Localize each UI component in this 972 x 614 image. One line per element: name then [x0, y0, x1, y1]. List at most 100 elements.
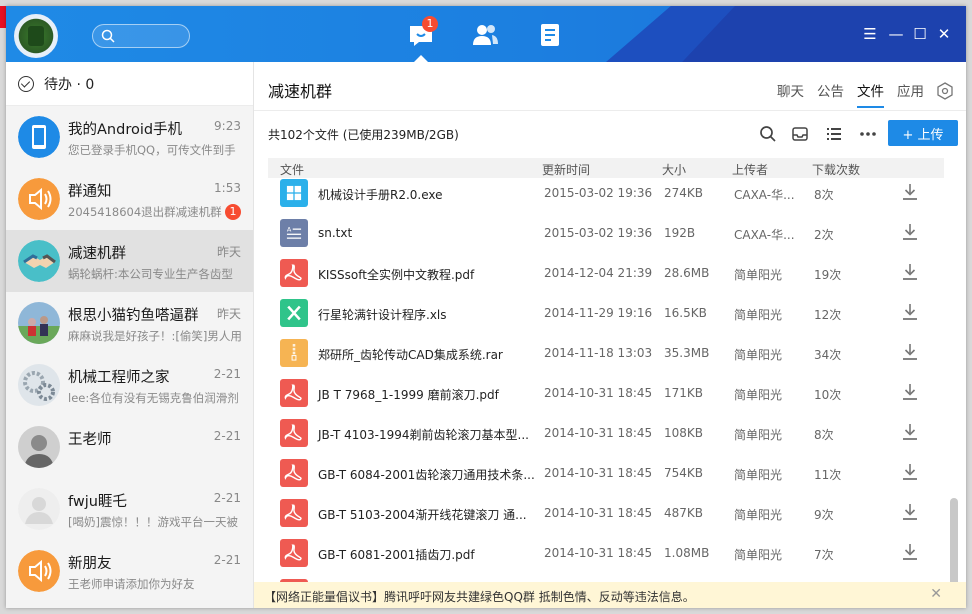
pdf-file-icon — [280, 539, 308, 567]
file-size: 16.5KB — [664, 306, 707, 320]
check-circle-icon — [18, 75, 34, 92]
file-uploader: 简单阳光 — [734, 428, 783, 442]
file-row[interactable]: 行星轮满针设计程序.xls 2014-11-29 19:16 16.5KB 简单… — [268, 293, 944, 333]
upload-button[interactable]: + 上传 — [888, 120, 958, 146]
file-download-count: 7次 — [814, 548, 834, 562]
inbox-icon[interactable] — [790, 124, 810, 144]
todo-item[interactable]: 待办 · 0 — [6, 62, 253, 106]
tab-files[interactable]: 文件 — [857, 80, 884, 108]
contact-time: 2-21 — [213, 553, 241, 567]
file-size: 192B — [664, 226, 696, 240]
contact-time: 2-21 — [213, 429, 241, 443]
file-summary: 共102个文件 (已使用239MB/2GB) — [268, 128, 459, 142]
file-row[interactable]: GB-T 6084-2001齿轮滚刀通用技术条... 2014-10-31 18… — [268, 453, 944, 493]
download-icon[interactable] — [902, 223, 918, 241]
menu-icon[interactable]: ☰ — [862, 26, 878, 42]
file-date: 2014-12-04 21:39 — [544, 266, 653, 280]
person-photo — [18, 426, 60, 468]
file-row[interactable]: KISSsoft全实例中文教程.pdf 2014-12-04 21:39 28.… — [268, 253, 944, 293]
user-avatar[interactable] — [14, 14, 58, 58]
scrollbar-thumb[interactable] — [950, 498, 958, 588]
download-icon[interactable] — [902, 503, 918, 521]
contact-last-message: 蜗轮蜗杆:本公司专业生产各齿型 — [68, 267, 233, 281]
contact-item[interactable]: 群通知 1:53 2045418604退出群减速机群 1 — [6, 168, 253, 230]
tab-chat[interactable]: 聊天 — [777, 80, 804, 108]
file-name[interactable]: JB-T 4103-1994剃前齿轮滚刀基本型... — [318, 426, 529, 443]
file-name[interactable]: 郑研所_齿轮传动CAD集成系统.rar — [318, 346, 503, 363]
handshake-icon — [18, 240, 60, 282]
file-row[interactable]: GB-T 6081-2001插齿刀.pdf 2014-10-31 18:45 1… — [268, 533, 944, 573]
settings-hex-icon[interactable] — [936, 82, 954, 100]
contact-time: 2-21 — [213, 491, 241, 505]
file-size: 487KB — [664, 506, 704, 520]
file-name[interactable]: GB-T 6081-2001插齿刀.pdf — [318, 546, 475, 563]
close-icon[interactable]: ✕ — [930, 586, 942, 602]
contact-item[interactable]: 机械工程师之家 2-21 lee:各位有没有无锡克鲁伯润滑剂 — [6, 354, 253, 416]
rar-file-icon — [280, 339, 308, 367]
txt-file-icon: A — [280, 219, 308, 247]
download-icon[interactable] — [902, 183, 918, 201]
file-uploader: 简单阳光 — [734, 348, 783, 362]
list-view-icon[interactable] — [824, 124, 844, 144]
file-download-count: 12次 — [814, 308, 842, 322]
file-download-count: 2次 — [814, 228, 834, 242]
download-icon[interactable] — [902, 383, 918, 401]
more-icon[interactable] — [858, 124, 878, 144]
minimize-button[interactable]: — — [888, 26, 904, 42]
file-name[interactable]: sn.txt — [318, 226, 352, 240]
download-icon[interactable] — [902, 463, 918, 481]
tab-announcement[interactable]: 公告 — [817, 80, 844, 108]
contact-item[interactable]: 王老师 2-21 — [6, 416, 253, 478]
search-icon[interactable] — [758, 124, 778, 144]
close-button[interactable]: ✕ — [936, 26, 952, 42]
download-icon[interactable] — [902, 543, 918, 561]
contacts-icon[interactable] — [470, 20, 500, 50]
file-uploader: 简单阳光 — [734, 468, 783, 482]
file-name[interactable]: JB T 7968_1-1999 磨前滚刀.pdf — [318, 386, 499, 403]
exe-file-icon — [280, 179, 308, 207]
file-uploader: 简单阳光 — [734, 268, 783, 282]
file-row[interactable]: A sn.txt 2015-03-02 19:36 192B CAXA-华...… — [268, 213, 944, 253]
file-name[interactable]: GB-T 6084-2001齿轮滚刀通用技术条... — [318, 466, 535, 483]
file-row[interactable]: JB T 7968_1-1999 磨前滚刀.pdf 2014-10-31 18:… — [268, 373, 944, 413]
contact-name: 机械工程师之家 — [68, 370, 170, 386]
header-divider — [254, 110, 966, 111]
file-name[interactable]: GB-T 5103-2004渐开线花键滚刀 通... — [318, 506, 527, 523]
file-row[interactable]: JB-T 4103-1994剃前齿轮滚刀基本型... 2014-10-31 18… — [268, 413, 944, 453]
search-input[interactable] — [92, 24, 190, 48]
conversation-sidebar: 待办 · 0 我的Android手机 9:23 您已登录手机QQ，可传文件到手 … — [6, 62, 254, 608]
qq-window: 1 ☰ — ☐ ✕ 待办 · 0 我的Android手机 9:23 您已登录手机… — [6, 6, 966, 608]
default-avatar — [18, 488, 60, 530]
maximize-button[interactable]: ☐ — [912, 26, 928, 42]
download-icon[interactable] — [902, 263, 918, 281]
file-row[interactable]: 郑研所_齿轮传动CAD集成系统.rar 2014-11-18 13:03 35.… — [268, 333, 944, 373]
file-uploader: CAXA-华... — [734, 188, 795, 202]
file-row[interactable]: 机械设计手册R2.0.exe 2015-03-02 19:36 274KB CA… — [268, 173, 944, 213]
speaker-icon — [18, 550, 60, 592]
contact-item[interactable]: 减速机群 昨天 蜗轮蜗杆:本公司专业生产各齿型 — [6, 230, 253, 292]
scrollbar[interactable] — [950, 158, 958, 588]
pdf-file-icon — [280, 499, 308, 527]
contact-item[interactable]: 我的Android手机 9:23 您已登录手机QQ，可传文件到手 — [6, 106, 253, 168]
file-date: 2015-03-02 19:36 — [544, 226, 653, 240]
file-name[interactable]: 机械设计手册R2.0.exe — [318, 186, 443, 203]
file-name[interactable]: KISSsoft全实例中文教程.pdf — [318, 266, 474, 283]
tab-apps[interactable]: 应用 — [897, 80, 924, 108]
download-icon[interactable] — [902, 423, 918, 441]
contact-item[interactable]: fwju睚乇 2-21 [喝奶]震惊！！！游戏平台一天被 — [6, 478, 253, 540]
space-icon[interactable] — [536, 20, 566, 50]
file-row[interactable]: GB-T 5103-2004渐开线花键滚刀 通... 2014-10-31 18… — [268, 493, 944, 533]
title-bar: 1 ☰ — ☐ ✕ — [6, 6, 966, 62]
file-name[interactable]: 行星轮满针设计程序.xls — [318, 306, 447, 323]
group-file-panel: 减速机群 聊天 公告 文件 应用 共102个文件 (已使用239MB/2GB) … — [254, 62, 966, 608]
contact-item[interactable]: 新朋友 2-21 王老师申请添加你为好友 — [6, 540, 253, 602]
message-badge: 1 — [422, 16, 438, 32]
notice-text[interactable]: 【网络正能量倡议书】腾讯呼吁网友共建绿色QQ群 抵制色情、反动等违法信息。 — [264, 588, 695, 605]
download-icon[interactable] — [902, 343, 918, 361]
download-icon[interactable] — [902, 303, 918, 321]
contact-item[interactable]: 根思小猫钓鱼嗒逼群 昨天 麻麻说我是好孩子！:[偷笑]男人用 — [6, 292, 253, 354]
contact-last-message: 王老师申请添加你为好友 — [68, 577, 195, 591]
file-date: 2014-10-31 18:45 — [544, 506, 653, 520]
contact-time: 2-21 — [213, 367, 241, 381]
file-date: 2014-11-29 19:16 — [544, 306, 653, 320]
